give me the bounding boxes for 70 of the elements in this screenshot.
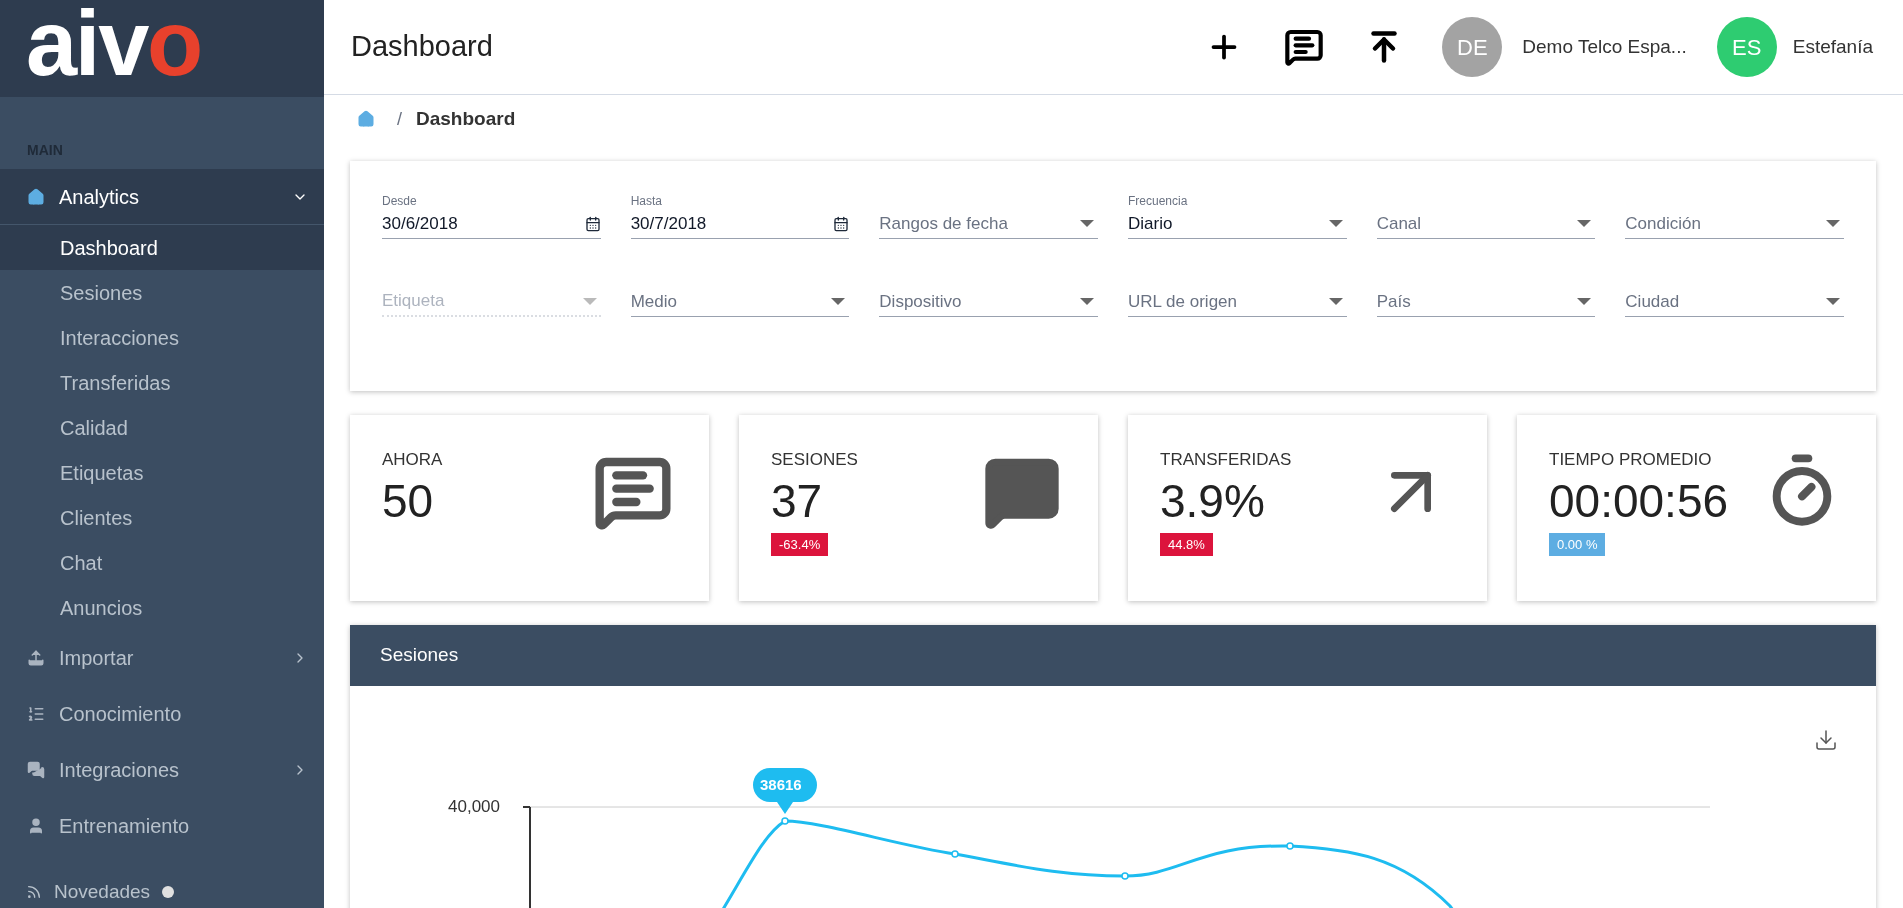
home-icon [27,187,45,206]
sidebar-subitem[interactable]: Anuncios [0,585,324,630]
change-badge: -63.4% [771,532,829,556]
logo: aivo [26,0,201,96]
stat-title: AHORA [382,449,443,471]
list-icon [27,705,45,723]
dropdown-caret-icon [1328,298,1343,305]
field-label: Desde [382,193,418,209]
panel-title: Sesiones [380,643,459,668]
calendar-icon [833,215,850,232]
dropdown-caret-icon [1080,220,1094,227]
dropdown-caret-icon [1577,220,1592,227]
sidebar-subitem[interactable]: Interacciones [0,315,324,360]
dropdown-caret-icon [1328,220,1343,227]
date-field[interactable]: 30/6/2018 [382,209,601,239]
change-badge: 0.00 % [1549,532,1606,556]
sidebar-item[interactable]: Entrenamiento [0,798,324,854]
select-field[interactable]: Canal [1376,209,1596,239]
sidebar-subitem[interactable]: Calidad [0,405,324,450]
sidebar-item[interactable]: Conocimiento [0,686,324,742]
dropdown-caret-icon [582,297,597,305]
page-title: Dashboard [351,29,494,65]
dropdown-caret-icon [1080,298,1094,305]
stat-value: 00:00:56 [1549,473,1729,529]
stat-value: 50 [382,473,435,529]
stat-title: TIEMPO PROMEDIO [1549,449,1713,471]
person-icon [27,817,45,835]
select-field[interactable]: Dispositivo [879,287,1098,317]
dropdown-caret-icon [1826,220,1840,227]
sidebar-subitem[interactable]: Dashboard [0,225,324,270]
calendar-icon [584,215,601,232]
select-field[interactable]: Condición [1625,209,1844,239]
breadcrumb-separator: / [397,107,402,131]
user-name[interactable]: Estefanía [1792,32,1873,62]
field-label: Hasta [630,193,663,209]
data-label: 38616 [760,776,802,794]
change-badge: 44.8% [1160,532,1213,556]
upload-icon [27,649,45,667]
sidebar-subitem[interactable]: Transferidas [0,360,324,405]
message-icon[interactable] [1284,27,1325,67]
select-field[interactable]: Diario [1128,209,1347,239]
select-field[interactable]: Ciudad [1625,287,1844,317]
download-icon[interactable] [1814,728,1838,752]
sidebar-subitem[interactable]: Sesiones [0,270,324,315]
sidebar-item[interactable]: Analytics [0,169,324,225]
date-field[interactable]: 30/7/2018 [630,209,850,239]
sidebar-subitem[interactable]: Etiquetas [0,450,324,495]
stat-title: TRANSFERIDAS [1160,449,1292,471]
stat-title: SESIONES [771,449,858,471]
value-marker [753,768,817,814]
dropdown-caret-icon [831,298,846,305]
account-avatar[interactable]: DE [1442,17,1503,77]
dropdown-caret-icon [1577,298,1592,305]
rss-icon [26,883,42,900]
chat-bubbles-icon [27,761,45,779]
stat-value: 37 [771,473,824,529]
select-field[interactable]: URL de origen [1128,287,1347,317]
stat-value: 3.9% [1160,473,1266,529]
axis-tick-label: 40,000 [448,796,500,818]
sidebar-item[interactable]: Importar [0,630,324,686]
breadcrumb-current: Dashboard [416,106,516,131]
select-field[interactable]: País [1376,287,1596,317]
field-label: Frecuencia [1128,193,1189,209]
dropdown-caret-icon [1826,298,1840,305]
sidebar-subitem[interactable]: Clientes [0,495,324,540]
select-field[interactable]: Medio [630,287,850,317]
account-name[interactable]: Demo Telco Espa... [1522,32,1687,62]
sidebar-subitem[interactable]: Chat [0,540,324,585]
sidebar-item[interactable]: Integraciones [0,742,324,798]
select-field[interactable]: Rangos de fecha [879,209,1098,239]
